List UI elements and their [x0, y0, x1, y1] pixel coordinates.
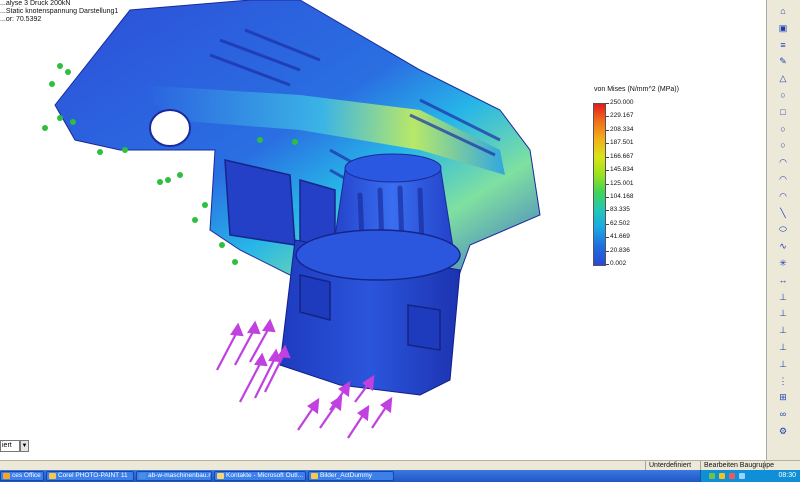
arc-icon[interactable]: ◠: [776, 174, 790, 184]
analysis-info-line: ...Static knotenspannung Darstellung1: [0, 8, 119, 15]
taskbar-item-label: Kontakte - Microsoft Outl...: [226, 472, 303, 479]
pattern-icon[interactable]: ⊞: [776, 392, 790, 402]
dimension-icon[interactable]: ↔: [776, 275, 790, 285]
constraint-icon[interactable]: ⊥: [776, 308, 790, 318]
legend-value: 187.501: [610, 139, 634, 147]
legend-tick: [606, 156, 609, 158]
legend-tick: [606, 116, 609, 118]
taskbar-item-label: ces Office Pro...: [12, 472, 43, 479]
stress-legend: von Mises (N/mm^2 (MPa)) 250.000 229.167 2…: [586, 86, 696, 286]
taskbar-item[interactable]: Kontakte - Microsoft Outl...: [214, 471, 306, 481]
app-icon: [3, 473, 10, 479]
taskbar-item[interactable]: ab-w-maschinenbau.rtf ...: [136, 471, 212, 481]
spline-icon[interactable]: ∿: [776, 241, 790, 251]
save-icon[interactable]: ▣: [776, 23, 790, 33]
legend-tick: [606, 129, 609, 131]
legend-value: 83.335: [610, 206, 630, 214]
legend-value: 104.168: [610, 192, 634, 200]
legend-value: 166.667: [610, 152, 634, 160]
settings-icon[interactable]: ⚙: [776, 426, 790, 436]
circle-icon[interactable]: ○: [776, 140, 790, 150]
legend-tick: [606, 264, 609, 265]
app-icon: [217, 473, 224, 479]
taskbar-clock: 08:30: [778, 472, 796, 479]
app-icon: [49, 473, 56, 479]
circle-icon[interactable]: ○: [776, 124, 790, 134]
taskbar-item[interactable]: Bilder_ActDummy: [308, 471, 394, 481]
legend-tick: [606, 250, 609, 252]
legend-tick: [606, 183, 609, 185]
home-icon[interactable]: ⌂: [776, 6, 790, 16]
volume-icon[interactable]: [719, 473, 725, 479]
legend-tick: [606, 103, 609, 104]
taskbar-item-label: Bilder_ActDummy: [320, 472, 373, 479]
legend-color-bar: [593, 103, 606, 266]
legend-tick: [606, 223, 609, 225]
system-tray: 08:30: [700, 470, 800, 482]
legend-tick: [606, 143, 609, 145]
legend-tick: [606, 196, 609, 198]
constraint-icon[interactable]: ⊥: [776, 292, 790, 302]
graphics-viewport[interactable]: ...alyse 3 Druck 200kN ...Static knotens…: [0, 0, 766, 460]
legend-title: von Mises (N/mm^2 (MPa)): [594, 86, 679, 93]
legend-value: 229.167: [610, 112, 634, 120]
link-icon[interactable]: ∞: [776, 409, 790, 419]
legend-value: 41.669: [610, 233, 630, 241]
ellipse-icon[interactable]: ⬭: [776, 224, 790, 234]
legend-value: 250.000: [610, 99, 634, 106]
view-selector[interactable]: iert: [0, 440, 20, 452]
analysis-info: ...alyse 3 Druck 200kN ...Static knotens…: [0, 0, 118, 24]
symmetry-icon[interactable]: ⋮: [776, 376, 790, 386]
analysis-info-line: ...or: 70.5392: [0, 16, 42, 23]
app-icon: [311, 473, 318, 479]
legend-value: 208.334: [610, 125, 634, 133]
status-bar: Unterdefiniert Bearbeiten Baugruppe: [0, 460, 800, 470]
legend-value: 145.834: [610, 166, 634, 174]
legend-value: 62.502: [610, 219, 630, 227]
legend-value: 20.836: [610, 246, 630, 254]
status-icons: [764, 461, 798, 470]
taskbar-item[interactable]: Corel PHOTO-PAINT 11: [46, 471, 134, 481]
drum-rim: [295, 229, 461, 281]
display-icon[interactable]: [739, 473, 745, 479]
legend-value: 0.002: [610, 260, 627, 267]
security-icon[interactable]: [729, 473, 735, 479]
triangle-icon[interactable]: △: [776, 73, 790, 83]
app-icon: [139, 473, 146, 479]
legend-tick: [606, 237, 609, 239]
taskbar-item-label: ab-w-maschinenbau.rtf ...: [148, 472, 212, 479]
arc-icon[interactable]: ◠: [776, 191, 790, 201]
network-icon[interactable]: [709, 473, 715, 479]
status-editing: Bearbeiten Baugruppe: [700, 461, 774, 470]
taskbar-item-label: Corel PHOTO-PAINT 11: [58, 472, 128, 479]
circle-icon[interactable]: ○: [776, 90, 790, 100]
pencil-icon[interactable]: ✎: [776, 56, 790, 66]
cone-top: [344, 153, 442, 183]
legend-value: 125.001: [610, 179, 634, 187]
taskbar-item[interactable]: ces Office Pro...: [0, 471, 44, 481]
bore-hole: [149, 109, 191, 147]
constraint-icon[interactable]: ⊥: [776, 325, 790, 335]
status-definition: Unterdefiniert: [645, 461, 701, 470]
constraint-icon[interactable]: ⊥: [776, 359, 790, 369]
rectangle-icon[interactable]: □: [776, 107, 790, 117]
analysis-info-line: ...alyse 3 Druck 200kN: [0, 0, 71, 7]
legend-tick: [606, 170, 609, 172]
constraint-icon[interactable]: ⊥: [776, 342, 790, 352]
windows-taskbar: 08:30 ces Office Pro... Corel PHOTO-PAINT…: [0, 470, 800, 482]
legend-tick: [606, 210, 609, 212]
point-icon[interactable]: ✳: [776, 258, 790, 268]
line-icon[interactable]: ╲: [776, 208, 790, 218]
sketch-toolbar: ⌂ ▣ ≡ ✎ △ ○ □ ○ ○ ◠ ◠ ◠ ╲ ⬭ ∿ ✳ ↔ ⊥ ⊥ ⊥ ⊥ ⊥ ⋮ ⊞ ∞ ⚙: [766, 0, 800, 460]
chevron-down-icon[interactable]: ▼: [20, 440, 29, 452]
arc-icon[interactable]: ◠: [776, 157, 790, 167]
list-icon[interactable]: ≡: [776, 40, 790, 50]
